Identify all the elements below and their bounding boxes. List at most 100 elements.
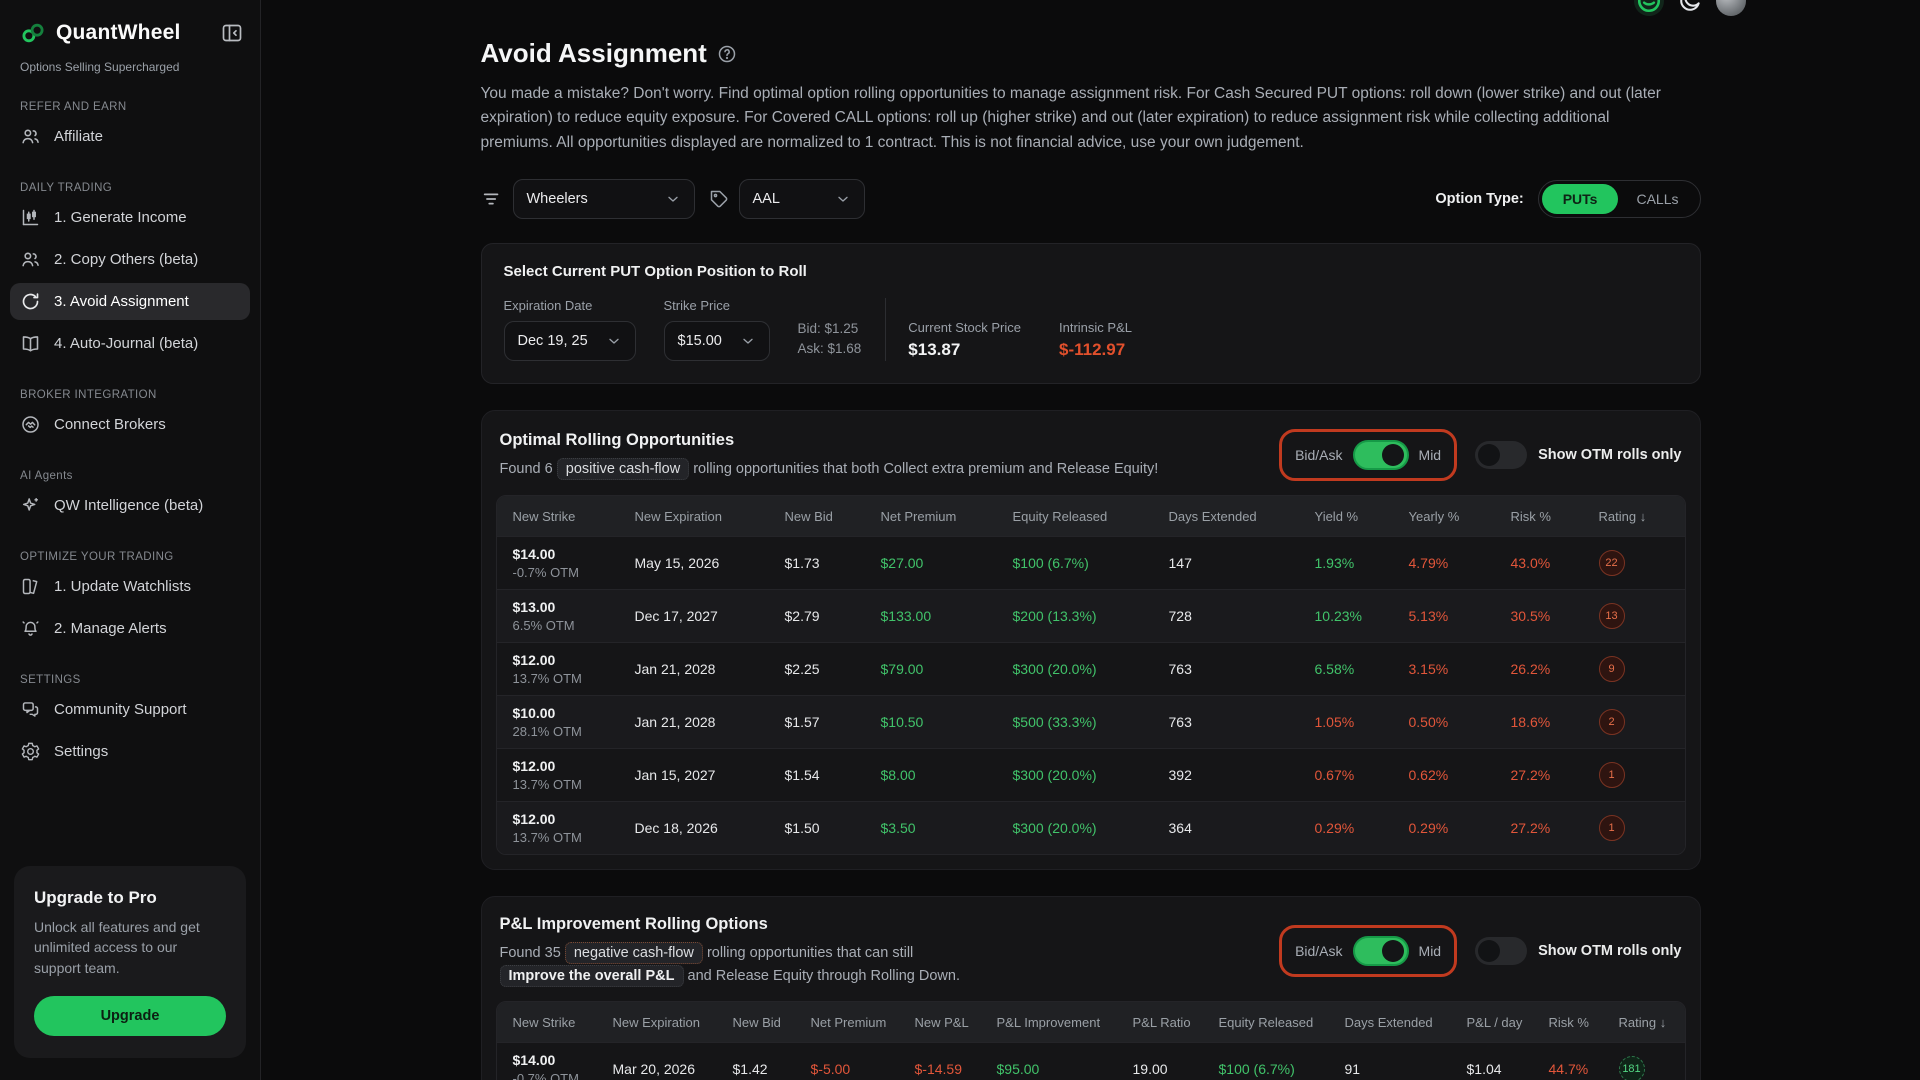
sidebar-item-avoid-assignment[interactable]: 3. Avoid Assignment (10, 283, 250, 320)
optimal-table: New Strike New Expiration New Bid Net Pr… (496, 495, 1686, 855)
sidebar-item-qw-intelligence[interactable]: QW Intelligence (beta) (10, 487, 250, 524)
table-row[interactable]: $10.0028.1% OTM Jan 21, 2028 $1.57 $10.5… (497, 695, 1685, 748)
nav-section-label: REFER AND EARN (0, 101, 260, 113)
new-strike: $13.00 (513, 599, 635, 615)
table-row[interactable]: $13.006.5% OTM Dec 17, 2027 $2.79 $133.0… (497, 589, 1685, 642)
col-new-bid: New Bid (733, 1015, 811, 1030)
sidebar-collapse-icon[interactable] (220, 21, 244, 45)
new-strike: $14.00 (513, 546, 635, 562)
logo-row: QuantWheel (0, 0, 260, 50)
new-expiration: Jan 15, 2027 (635, 767, 785, 783)
rating-badge: 13 (1599, 603, 1625, 629)
sidebar-item-auto-journal[interactable]: 4. Auto-Journal (beta) (10, 325, 250, 362)
sidebar-item-settings[interactable]: Settings (10, 733, 250, 770)
equity-released: $500 (33.3%) (1013, 714, 1169, 730)
col-equity-released: Equity Released (1219, 1015, 1345, 1030)
yearly-percent: 4.79% (1409, 555, 1511, 571)
show-otm-toggle[interactable] (1475, 937, 1527, 965)
table-row[interactable]: $12.0013.7% OTM Dec 18, 2026 $1.50 $3.50… (497, 801, 1685, 854)
handshake-icon (20, 414, 41, 435)
new-strike: $12.00 (513, 758, 635, 774)
bid-ask-block: Bid: $1.25 Ask: $1.68 (798, 319, 862, 362)
rating-badge: 22 (1599, 550, 1625, 576)
risk-percent: 30.5% (1511, 608, 1599, 624)
sidebar-item-community-support[interactable]: Community Support (10, 691, 250, 728)
pnl-section-subtitle: Found 35 negative cash-flow rolling oppo… (500, 942, 1100, 987)
intrinsic-pnl: Intrinsic P&L $-112.97 (1059, 320, 1132, 361)
new-bid: $2.25 (785, 661, 881, 677)
support-chat-icon[interactable] (1634, 0, 1664, 16)
sidebar-item-copy-others[interactable]: 2. Copy Others (beta) (10, 241, 250, 278)
new-expiration: Dec 17, 2027 (635, 608, 785, 624)
found-count: Found 35 (500, 945, 561, 961)
stock-price-label: Current Stock Price (908, 320, 1021, 335)
table-row[interactable]: $14.00-0.7% OTM Mar 20, 2026 $1.42 $-5.0… (497, 1042, 1685, 1080)
net-premium: $10.50 (881, 714, 1013, 730)
intrinsic-pnl-value: $-112.97 (1059, 340, 1132, 360)
expiration-select[interactable]: Dec 19, 25 (504, 321, 636, 361)
option-type-group: Option Type: PUTs CALLs (1435, 180, 1700, 218)
yield-percent: 10.23% (1315, 608, 1409, 624)
col-new-pnl: New P&L (915, 1015, 997, 1030)
risk-percent: 18.6% (1511, 714, 1599, 730)
chevron-down-icon (665, 191, 681, 207)
users-icon (20, 249, 41, 270)
avatar[interactable] (1716, 0, 1746, 16)
new-strike: $12.00 (513, 652, 635, 668)
strike-field: Strike Price $15.00 (664, 298, 770, 361)
table-row[interactable]: $12.0013.7% OTM Jan 21, 2028 $2.25 $79.0… (497, 642, 1685, 695)
puts-tab[interactable]: PUTs (1542, 184, 1619, 214)
sidebar-item-manage-alerts[interactable]: 2. Manage Alerts (10, 610, 250, 647)
sidebar-nav: REFER AND EARN Affiliate DAILY TRADING 1… (0, 74, 260, 854)
show-otm-toggle[interactable] (1475, 441, 1527, 469)
bidask-mid-toggle[interactable] (1353, 936, 1409, 966)
rating-badge: 2 (1599, 709, 1625, 735)
upgrade-button[interactable]: Upgrade (34, 996, 226, 1036)
net-premium: $133.00 (881, 608, 1013, 624)
strike-select[interactable]: $15.00 (664, 321, 770, 361)
new-strike: $14.00 (513, 1052, 613, 1068)
new-bid: $1.50 (785, 820, 881, 836)
optimal-section-subtitle: Found 6 positive cash-flow rolling oppor… (500, 458, 1280, 480)
table-row[interactable]: $14.00-0.7% OTM May 15, 2026 $1.73 $27.0… (497, 536, 1685, 589)
equity-released: $300 (20.0%) (1013, 820, 1169, 836)
sidebar-item-update-watchlists[interactable]: 1. Update Watchlists (10, 568, 250, 605)
otm-percent: 6.5% OTM (513, 618, 635, 633)
yearly-percent: 5.13% (1409, 608, 1511, 624)
sidebar-item-label: Connect Brokers (54, 416, 166, 433)
position-panel-title: Select Current PUT Option Position to Ro… (504, 263, 1678, 280)
equity-released: $100 (6.7%) (1013, 555, 1169, 571)
chat-icon (20, 699, 41, 720)
nav-section-label: AI Agents (0, 470, 260, 482)
bidask-mid-toggle[interactable] (1353, 440, 1409, 470)
risk-percent: 43.0% (1511, 555, 1599, 571)
pnl-table-header: New Strike New Expiration New Bid Net Pr… (497, 1002, 1685, 1042)
risk-percent: 26.2% (1511, 661, 1599, 677)
col-rating[interactable]: Rating ↓ (1619, 1015, 1669, 1030)
nav-section-label: BROKER INTEGRATION (0, 389, 260, 401)
col-rating[interactable]: Rating ↓ (1599, 509, 1669, 524)
nav-section-label: SETTINGS (0, 674, 260, 686)
show-otm-label: Show OTM rolls only (1538, 447, 1681, 463)
strategy-select[interactable]: Wheelers (513, 179, 695, 219)
sidebar-item-generate-income[interactable]: 1. Generate Income (10, 199, 250, 236)
sidebar-item-affiliate[interactable]: Affiliate (10, 118, 250, 155)
calls-tab[interactable]: CALLs (1618, 184, 1696, 214)
yield-percent: 1.93% (1315, 555, 1409, 571)
theme-moon-icon[interactable] (1675, 0, 1705, 16)
help-icon[interactable] (717, 44, 737, 64)
new-strike: $12.00 (513, 811, 635, 827)
mid-toggle-label: Mid (1419, 943, 1442, 959)
table-row[interactable]: $12.0013.7% OTM Jan 15, 2027 $1.54 $8.00… (497, 748, 1685, 801)
sidebar-item-connect-brokers[interactable]: Connect Brokers (10, 406, 250, 443)
mid-toggle-label: Mid (1419, 447, 1442, 463)
negative-cashflow-chip: negative cash-flow (565, 942, 703, 964)
symbol-select[interactable]: AAL (739, 179, 865, 219)
sidebar-item-label: Affiliate (54, 128, 103, 145)
expiration-label: Expiration Date (504, 298, 636, 313)
upgrade-card: Upgrade to Pro Unlock all features and g… (14, 866, 246, 1058)
new-bid: $1.54 (785, 767, 881, 783)
otm-percent: -0.7% OTM (513, 565, 635, 580)
position-panel: Select Current PUT Option Position to Ro… (481, 243, 1701, 384)
app-name: QuantWheel (56, 21, 210, 45)
